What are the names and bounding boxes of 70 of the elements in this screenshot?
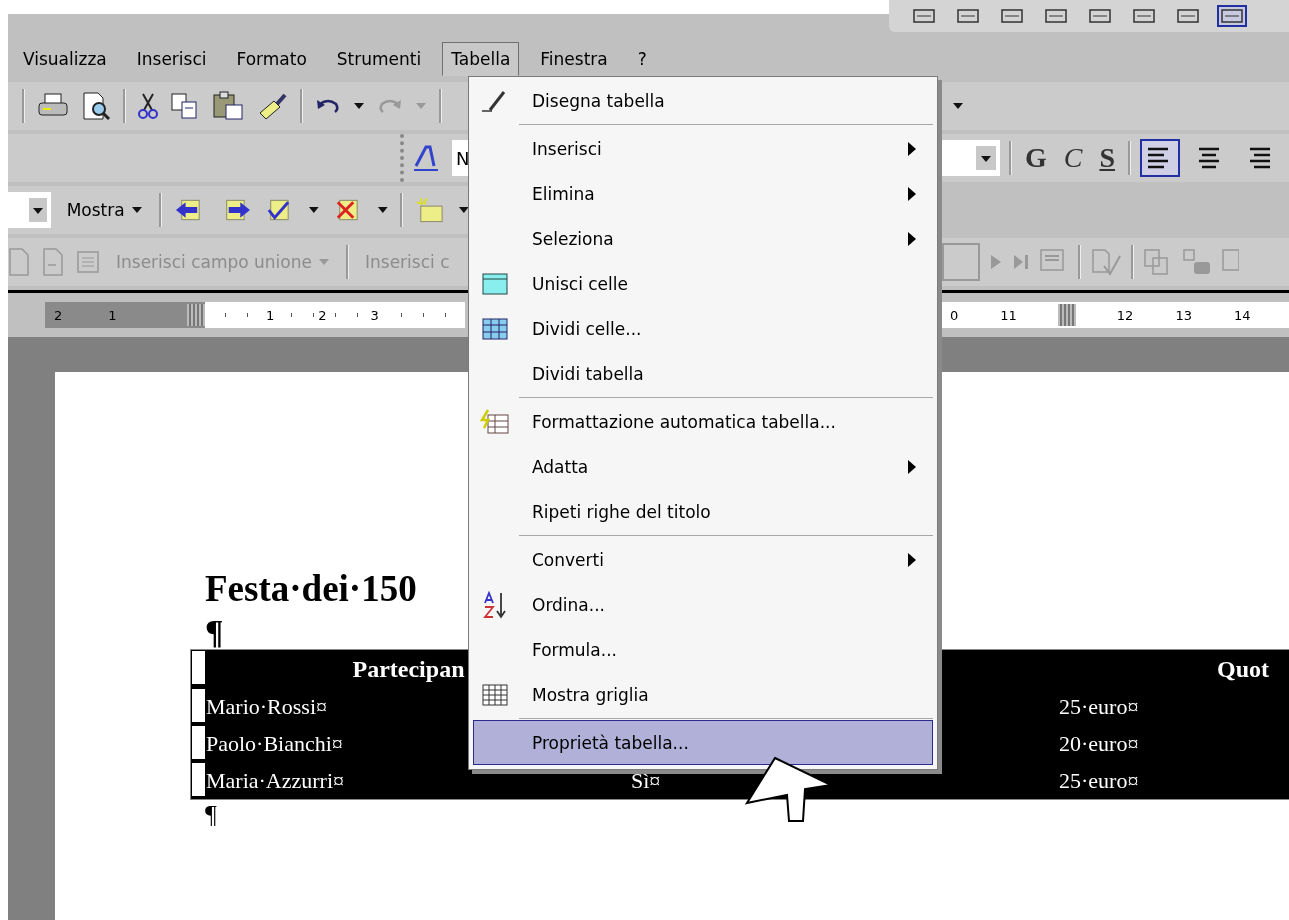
copy-icon[interactable]: [170, 92, 200, 120]
cut-icon[interactable]: [138, 92, 158, 120]
menu-item[interactable]: Finestra: [531, 42, 617, 76]
caret-icon[interactable]: [353, 102, 365, 110]
menu-item[interactable]: Visualizza: [14, 42, 116, 76]
table-cell: 25·euro¤: [1059, 693, 1139, 720]
menu-item[interactable]: Converti: [473, 537, 933, 582]
ruler-number: 2: [53, 307, 64, 323]
print-preview-icon[interactable]: [81, 91, 111, 121]
italic-button[interactable]: C: [1059, 142, 1087, 174]
menu-item[interactable]: Formattazione automatica tabella...: [473, 399, 933, 444]
grid-icon: [482, 683, 508, 706]
caret-icon[interactable]: [28, 198, 47, 222]
menu-item[interactable]: Disegna tabella: [473, 78, 933, 123]
ruler-number: 1: [107, 307, 118, 323]
caret-icon: [318, 258, 330, 266]
table-cell: 20·euro¤: [1059, 730, 1139, 757]
table-cell: Maria·Azzurri¤: [206, 767, 345, 794]
document-icon: [8, 247, 30, 277]
merge-printer-icon: [1182, 248, 1212, 276]
menu-item[interactable]: Dividi tabella: [473, 351, 933, 396]
menu-item[interactable]: Ordina...: [473, 582, 933, 627]
bold-button[interactable]: G: [1021, 142, 1051, 174]
last-record-icon: [1012, 253, 1030, 271]
menu-item[interactable]: Ripeti righe del titolo: [473, 489, 933, 534]
indent-marker[interactable]: [187, 304, 205, 326]
align-left-button[interactable]: [1140, 139, 1181, 177]
column-marker[interactable]: [1057, 304, 1076, 326]
menu-item[interactable]: Adatta: [473, 444, 933, 489]
caret-icon[interactable]: [376, 206, 389, 214]
caret-icon[interactable]: [976, 146, 996, 170]
sort-icon: [482, 590, 508, 619]
caret-icon[interactable]: [952, 102, 964, 110]
menu-item[interactable]: Tabella: [442, 42, 520, 76]
split-cells-icon: [482, 317, 508, 340]
font-size-field[interactable]: [940, 140, 1000, 176]
column-heading: Quot: [1217, 655, 1269, 683]
menu-item[interactable]: Dividi celle...: [473, 306, 933, 351]
paragraph-mark: ¶: [205, 613, 224, 649]
caret-icon: [415, 102, 427, 110]
column-heading: Partecipan: [352, 655, 465, 683]
caret-icon[interactable]: [308, 206, 320, 214]
table-cell: 25·euro¤: [1059, 767, 1139, 794]
menu-item[interactable]: Proprietà tabella...: [473, 720, 933, 765]
lightning-table-icon: [480, 408, 510, 435]
paragraph-mark: ¶: [205, 800, 217, 830]
menu-item[interactable]: Seleziona: [473, 216, 933, 261]
table-cell: Mario·Rossi¤: [206, 693, 327, 720]
caret-icon: [130, 206, 143, 214]
document-title: Festa·dei·150: [205, 567, 417, 611]
paste-icon[interactable]: [212, 91, 244, 121]
menu-item[interactable]: Formato: [227, 42, 316, 76]
menu-item[interactable]: Mostra griglia: [473, 672, 933, 717]
document-icon: [42, 247, 64, 277]
menu-item[interactable]: Inserisci: [127, 42, 216, 76]
table-cell: Paolo·Bianchi¤: [206, 730, 343, 757]
underline-button[interactable]: S: [1095, 142, 1120, 174]
check-document-icon: [1090, 248, 1122, 276]
next-record-icon: [989, 253, 1003, 271]
menu-item[interactable]: Inserisci: [473, 126, 933, 171]
view-dropdown[interactable]: [8, 192, 51, 228]
caret-icon[interactable]: [458, 206, 471, 214]
menu-item[interactable]: Formula...: [473, 627, 933, 672]
menu-item[interactable]: Elimina: [473, 171, 933, 216]
menu-item[interactable]: Strumenti: [327, 42, 431, 76]
merge-cells-icon: [482, 272, 508, 295]
record-field: [942, 243, 980, 281]
table-cell: Sì¤: [631, 767, 661, 794]
menu-item[interactable]: ?: [628, 42, 656, 76]
menu-item[interactable]: Unisci celle: [473, 261, 933, 306]
